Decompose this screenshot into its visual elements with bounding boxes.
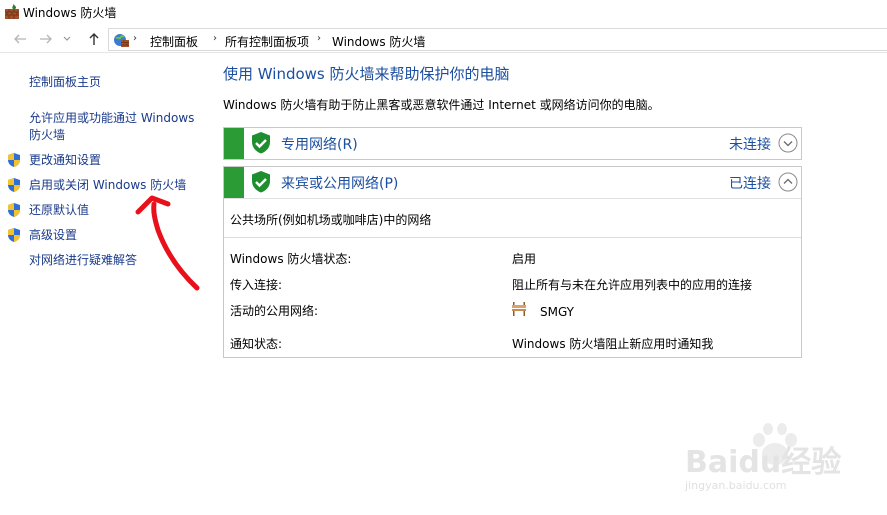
status-color-bar [224,167,244,198]
page-description: Windows 防火墙有助于防止黑客或恶意软件通过 Internet 或网络访问… [223,98,660,112]
forward-arrow-icon [40,34,52,44]
expand-chevron-icon[interactable] [778,133,798,153]
uac-shield-icon [8,203,20,217]
notification-state-value: Windows 防火墙阻止新应用时通知我 [512,337,714,351]
sidebar-link-turn-firewall-on-off[interactable]: 启用或关闭 Windows 防火墙 [29,177,186,194]
public-network-subtitle: 公共场所(例如机场或咖啡店)中的网络 [230,213,432,227]
uac-shield-icon [8,153,20,167]
sidebar-link-restore-defaults[interactable]: 还原默认值 [29,202,89,219]
divider [224,237,801,238]
back-button[interactable] [12,31,28,47]
sidebar-link-change-notifications[interactable]: 更改通知设置 [29,152,101,169]
green-check-shield-icon [252,171,270,193]
sidebar-link-allow-app[interactable]: 允许应用或功能通过 Windows [29,110,194,127]
sidebar-link-allow-app-line2[interactable]: 防火墙 [29,127,65,144]
green-check-shield-icon [252,132,270,154]
private-network-panel: 专用网络(R) 未连接 [223,127,802,160]
bench-network-icon [512,302,526,316]
breadcrumb-all-items[interactable]: 所有控制面板项 [225,33,309,50]
uac-shield-icon [8,178,20,192]
sidebar-link-control-panel-home[interactable]: 控制面板主页 [29,74,101,91]
incoming-connections-value: 阻止所有与未在允许应用列表中的应用的连接 [512,278,753,292]
public-network-name: 来宾或公用网络(P) [281,176,399,192]
firewall-state-label: Windows 防火墙状态: [230,252,352,266]
sidebar-link-troubleshoot[interactable]: 对网络进行疑难解答 [29,252,137,269]
private-network-header[interactable]: 专用网络(R) 未连接 [224,128,801,159]
sidebar-link-advanced-settings[interactable]: 高级设置 [29,227,77,244]
watermark-url: jingyan.baidu.com [685,479,787,492]
up-arrow-icon [89,33,99,45]
page-title: 使用 Windows 防火墙来帮助保护你的电脑 [223,65,510,83]
firewall-icon [114,34,129,47]
incoming-connections-label: 传入连接: [230,278,283,292]
public-network-header[interactable]: 来宾或公用网络(P) 已连接 [224,167,801,198]
private-network-name: 专用网络(R) [281,137,358,153]
address-bar[interactable]: › 控制面板 › 所有控制面板项 › Windows 防火墙 [108,28,887,51]
watermark-brand: Baidu经验 [685,445,842,480]
active-network-label: 活动的公用网络: [230,304,319,318]
sidebar: 控制面板主页 允许应用或功能通过 Windows 防火墙 更改通知设置 启用或关… [0,52,210,515]
back-arrow-icon [14,34,26,44]
private-network-status: 未连接 [729,137,771,153]
chevron-down-icon [63,36,71,41]
collapse-chevron-icon[interactable] [778,172,798,192]
public-network-panel: 来宾或公用网络(P) 已连接 公共场所(例如机场或咖啡店)中的网络 Window… [223,166,802,358]
breadcrumb-separator: › [133,33,137,44]
firewall-state-value: 启用 [512,252,537,266]
breadcrumb-control-panel[interactable]: 控制面板 [150,33,198,50]
active-network-value: SMGY [540,305,575,319]
title-bar: Windows 防火墙 [0,0,887,24]
recent-locations-button[interactable] [62,31,72,47]
public-network-details: 公共场所(例如机场或咖啡店)中的网络 Windows 防火墙状态: 启用 传入连… [224,198,801,358]
window-title: Windows 防火墙 [23,6,117,20]
firewall-icon [5,4,19,19]
up-button[interactable] [86,31,102,47]
public-network-status: 已连接 [729,176,771,192]
breadcrumb-separator: › [317,33,321,44]
uac-shield-icon [8,228,20,242]
breadcrumb-separator: › [213,33,217,44]
paw-icon [753,423,797,465]
navigation-bar: › 控制面板 › 所有控制面板项 › Windows 防火墙 [0,28,887,53]
baidu-watermark: Baidu经验 jingyan.baidu.com [675,420,875,500]
notification-state-label: 通知状态: [230,337,283,351]
forward-button[interactable] [38,31,54,47]
breadcrumb-windows-firewall[interactable]: Windows 防火墙 [332,33,425,50]
status-color-bar [224,128,244,159]
